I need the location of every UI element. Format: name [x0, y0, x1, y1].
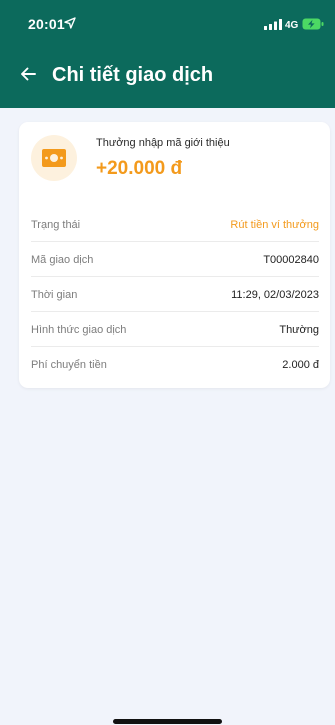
money-bill-icon: [42, 149, 66, 167]
location-arrow-icon: [64, 17, 76, 29]
status-value: Rút tiền ví thưởng: [230, 219, 319, 231]
fee-value: 2.000 đ: [282, 359, 319, 371]
detail-row-method: Hình thức giao dịch Thường: [31, 312, 319, 347]
signal-bars-icon: [264, 19, 282, 30]
network-type: 4G: [285, 20, 299, 31]
page-title: Chi tiết giao dịch: [52, 64, 214, 86]
back-button[interactable]: [16, 62, 40, 86]
transaction-id-value: T00002840: [263, 254, 319, 266]
detail-label: Mã giao dịch: [31, 254, 94, 266]
detail-list: Trạng thái Rút tiền ví thưởng Mã giao dị…: [31, 207, 319, 381]
transaction-icon-badge: [31, 135, 77, 181]
detail-label: Trạng thái: [31, 219, 81, 231]
detail-label: Hình thức giao dịch: [31, 324, 127, 336]
battery-charging-icon: [302, 18, 324, 30]
status-time: 20:01: [28, 16, 65, 32]
transaction-detail-card: Thưởng nhập mã giới thiệu +20.000 đ Trạn…: [19, 122, 330, 388]
detail-row-status: Trạng thái Rút tiền ví thưởng: [31, 207, 319, 242]
method-value: Thường: [279, 324, 319, 336]
detail-row-fee: Phí chuyển tiền 2.000 đ: [31, 347, 319, 381]
detail-label: Thời gian: [31, 289, 78, 301]
app-header: 20:01 4G Chi tiết giao dịch: [0, 0, 335, 108]
detail-label: Phí chuyển tiền: [31, 359, 107, 371]
home-indicator[interactable]: [113, 719, 222, 724]
status-bar: 20:01 4G: [0, 0, 335, 50]
transaction-name: Thưởng nhập mã giới thiệu: [96, 137, 230, 149]
time-value: 11:29, 02/03/2023: [231, 289, 319, 301]
detail-row-time: Thời gian 11:29, 02/03/2023: [31, 277, 319, 312]
transaction-amount: +20.000 đ: [96, 158, 183, 179]
detail-row-transaction-id: Mã giao dịch T00002840: [31, 242, 319, 277]
